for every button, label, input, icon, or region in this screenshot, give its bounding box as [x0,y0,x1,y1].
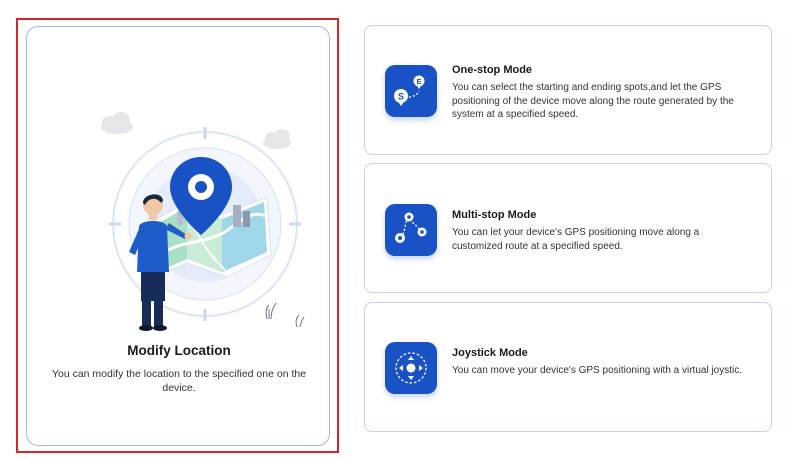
multi-stop-route-icon [385,204,437,256]
one-stop-route-icon: S E [385,65,437,117]
modify-location-description: You can modify the location to the speci… [51,368,307,394]
svg-text:S: S [398,92,404,102]
joystick-mode-description: You can move your device's GPS positioni… [452,365,743,376]
multi-stop-mode-description: You can let your device's GPS positionin… [452,227,700,252]
modify-location-card[interactable]: Modify Location You can modify the locat… [26,26,330,446]
one-stop-mode-title: One-stop Mode [452,64,533,76]
one-stop-mode-description: You can select the starting and ending s… [452,82,734,120]
one-stop-mode-card[interactable]: S E One-stop Mode You can select the sta… [364,25,772,155]
modify-location-illustration [101,112,305,331]
plant-icon [265,302,305,328]
joystick-mode-title: Joystick Mode [452,347,528,359]
cloud-icon [101,112,291,149]
joystick-mode-card[interactable]: Joystick Mode You can move your device's… [364,302,772,432]
multi-stop-mode-title: Multi-stop Mode [452,209,537,221]
multi-stop-mode-card[interactable]: Multi-stop Mode You can let your device'… [364,163,772,293]
modify-location-title: Modify Location [127,343,231,358]
mode-selection-page: Modify Location You can modify the locat… [0,0,800,459]
joystick-icon [385,342,437,394]
svg-text:E: E [416,77,421,86]
